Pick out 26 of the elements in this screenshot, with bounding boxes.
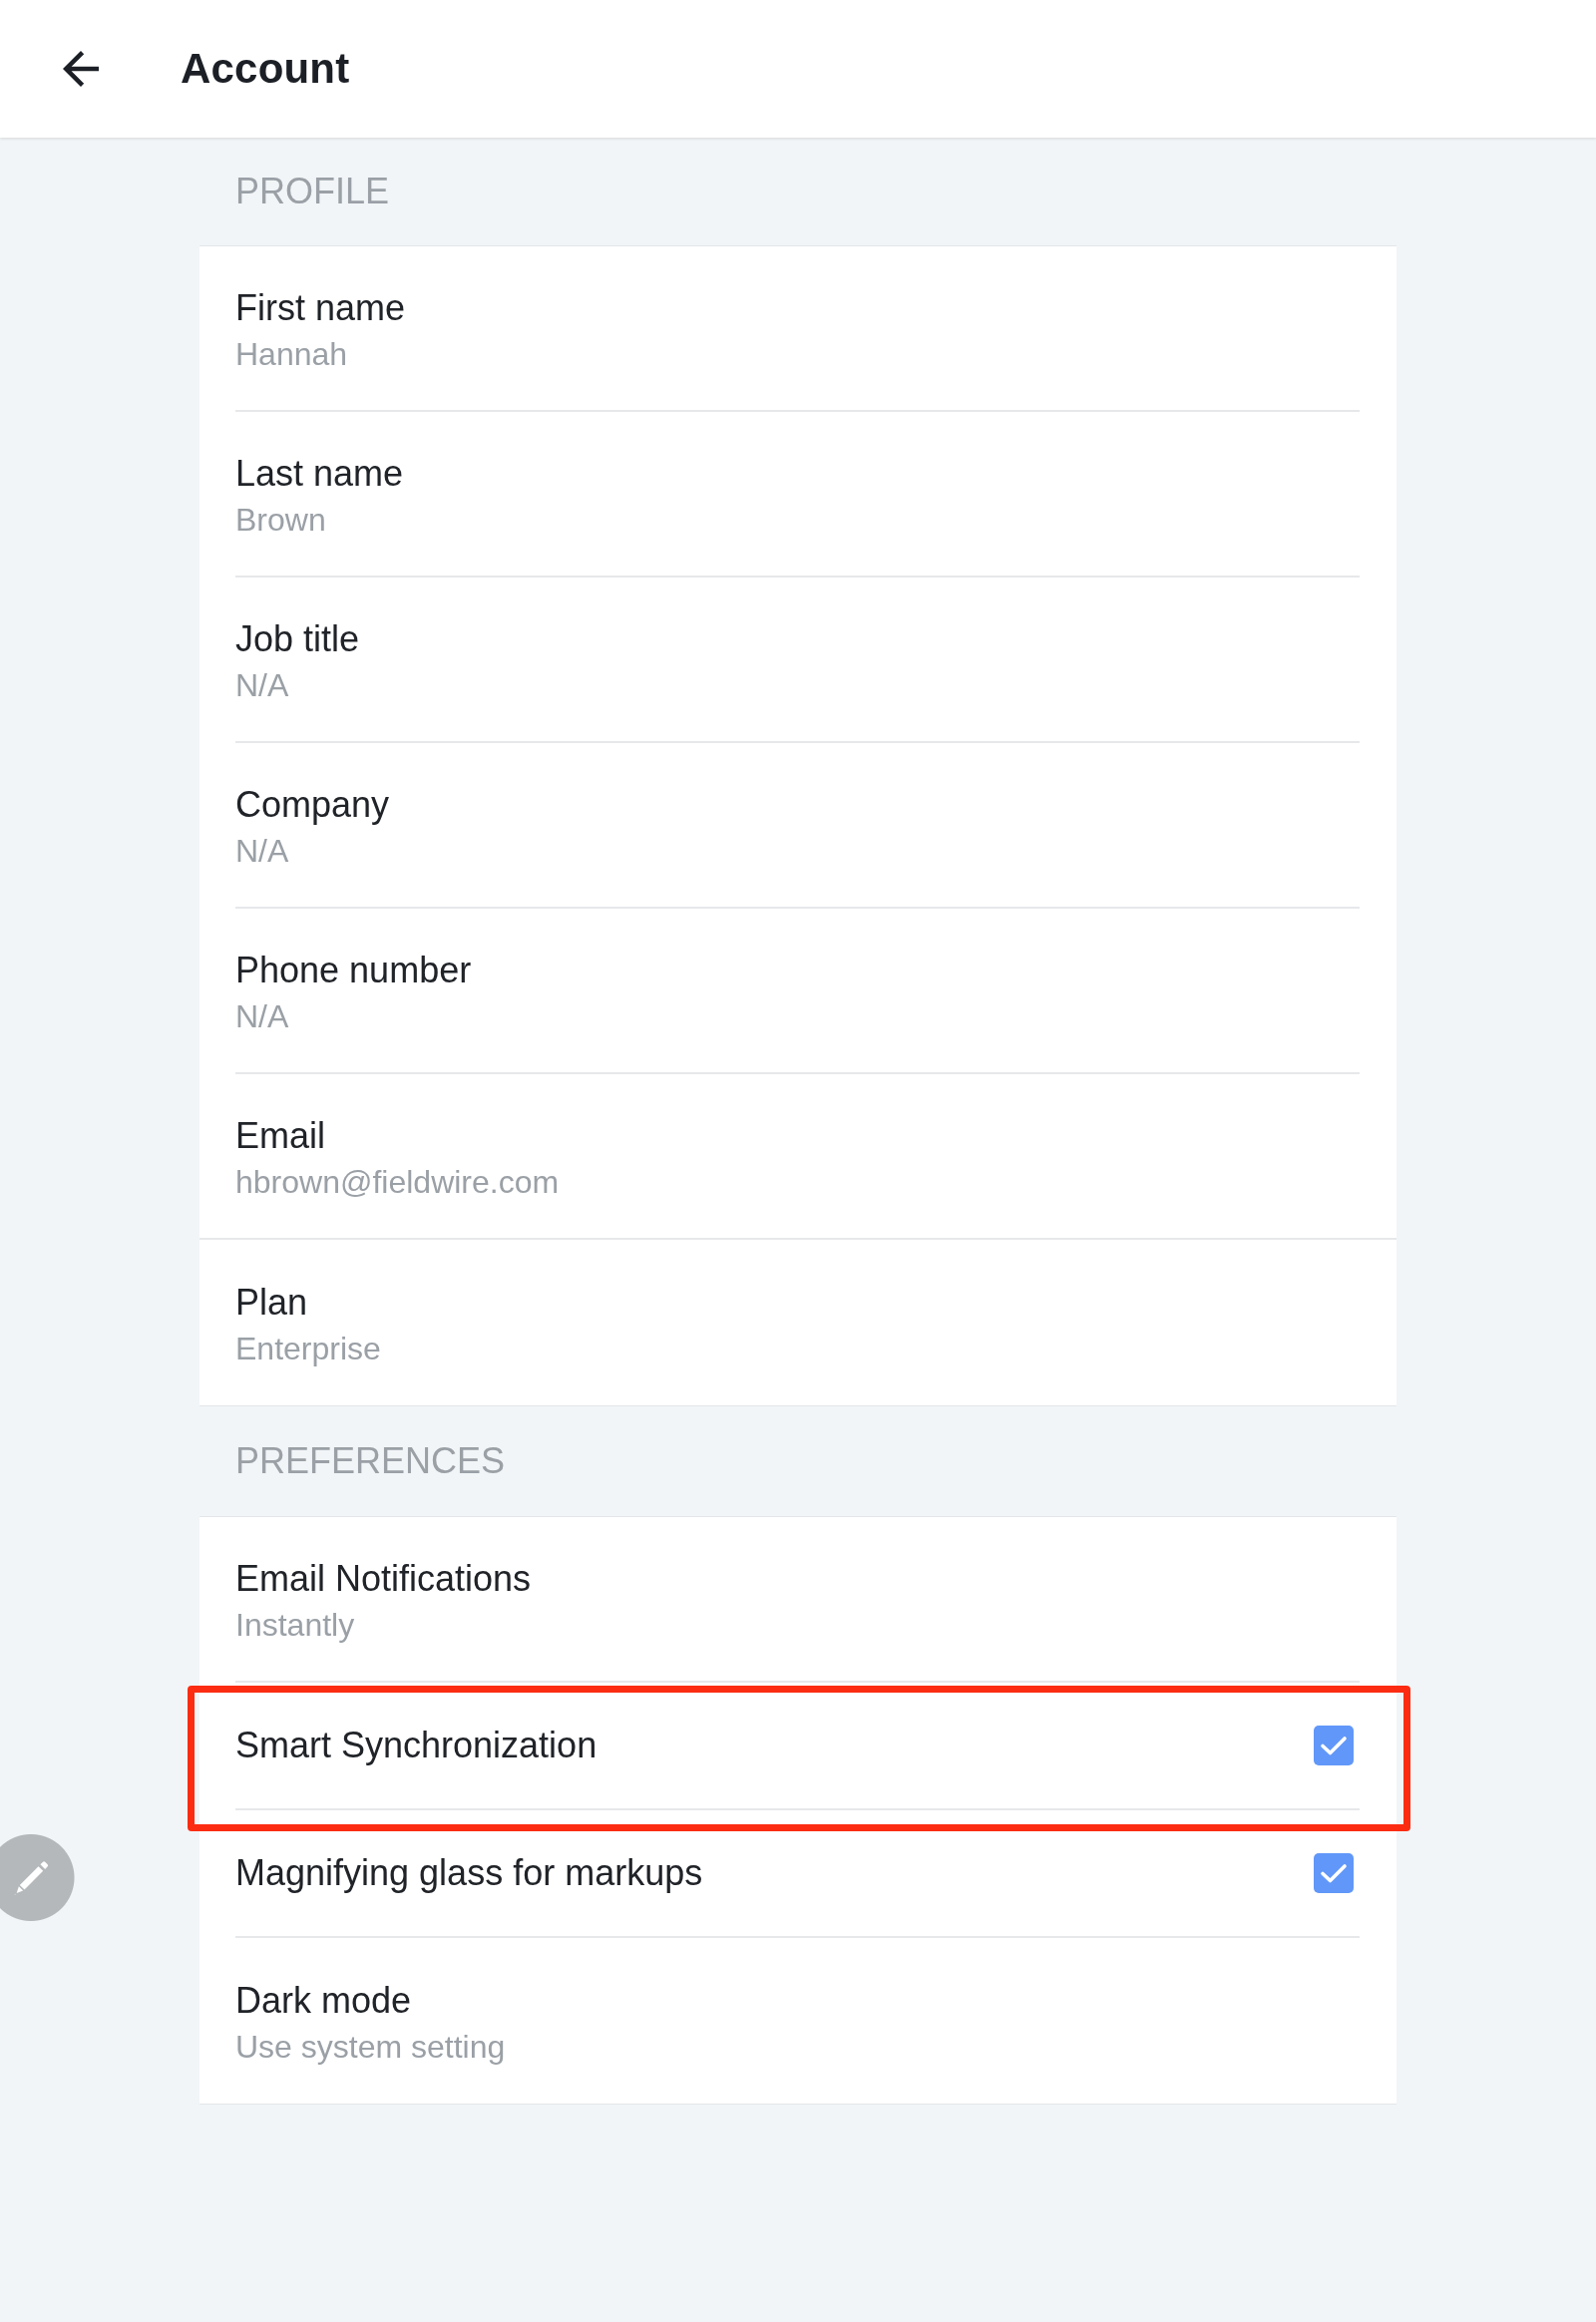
setting-label: Job title	[235, 617, 360, 661]
setting-label: Email	[235, 1114, 326, 1158]
setting-label: Smart Synchronization	[235, 1724, 598, 1767]
checkbox[interactable]	[1314, 1853, 1354, 1893]
setting-value: Enterprise	[235, 1330, 381, 1368]
setting-label: Phone number	[235, 949, 472, 992]
setting-value: N/A	[235, 832, 289, 871]
setting-label: Plan	[235, 1281, 308, 1325]
setting-label: Last name	[235, 452, 404, 496]
setting-label: Email Notifications	[235, 1557, 532, 1601]
setting-value: Hannah	[235, 335, 348, 374]
setting-label: Magnifying glass for markups	[235, 1851, 703, 1895]
section-header: PREFERENCES	[235, 1439, 506, 1483]
setting-label: Company	[235, 783, 390, 827]
setting-value: N/A	[235, 666, 289, 705]
setting-value: Brown	[235, 501, 326, 540]
setting-value: N/A	[235, 997, 289, 1036]
back-arrow-icon[interactable]	[63, 51, 99, 87]
setting-value: Instantly	[235, 1606, 355, 1645]
setting-label: First name	[235, 286, 406, 330]
setting-value: Use system setting	[235, 2028, 506, 2067]
setting-value: hbrown@fieldwire.com	[235, 1163, 560, 1202]
section-header: PROFILE	[235, 170, 390, 213]
checkbox[interactable]	[1314, 1726, 1354, 1765]
page-title: Account	[181, 45, 350, 93]
setting-label: Dark mode	[235, 1979, 412, 2023]
